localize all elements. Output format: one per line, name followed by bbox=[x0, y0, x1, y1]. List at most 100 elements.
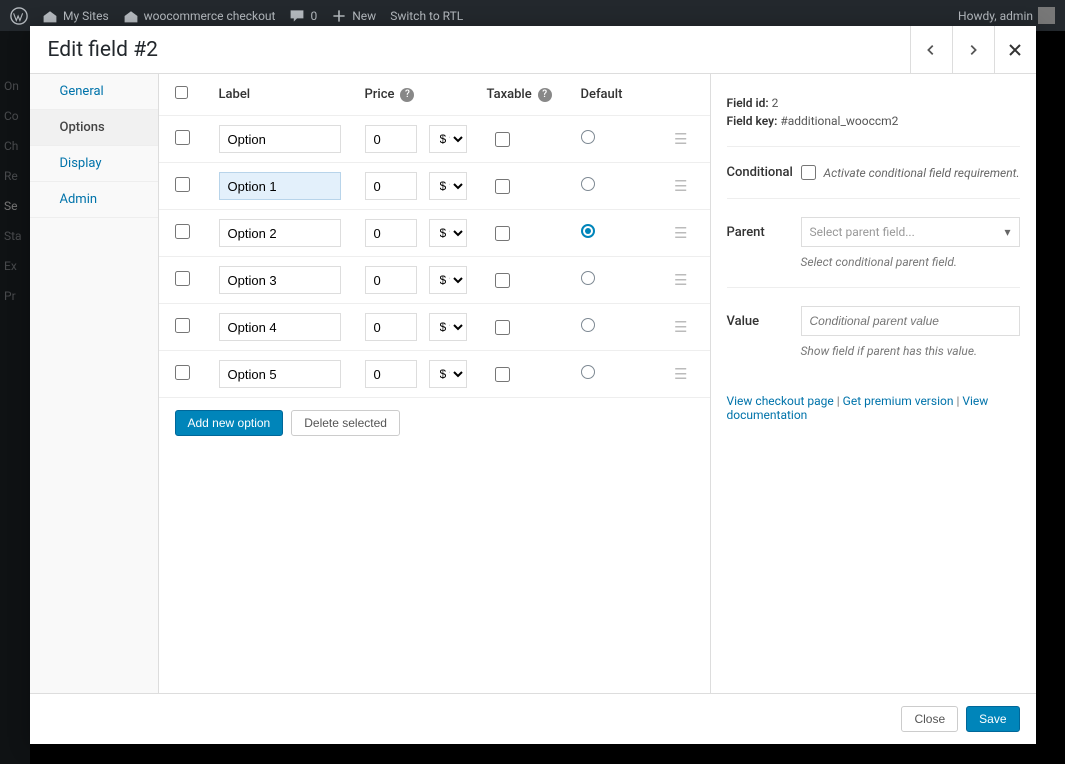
tab-options-label: Options bbox=[60, 120, 105, 135]
price-input[interactable] bbox=[365, 266, 417, 294]
tab-general[interactable]: General bbox=[30, 74, 158, 110]
view-checkout-link[interactable]: View checkout page bbox=[727, 394, 834, 408]
col-taxable: Taxable bbox=[487, 87, 532, 102]
avatar bbox=[1038, 7, 1055, 24]
default-radio[interactable] bbox=[581, 318, 595, 332]
modal-header: Edit field #2 bbox=[30, 26, 1036, 74]
taxable-checkbox[interactable] bbox=[495, 179, 510, 194]
currency-select[interactable]: $ ▾ bbox=[429, 172, 467, 200]
taxable-checkbox[interactable] bbox=[495, 132, 510, 147]
comments-count: 0 bbox=[310, 9, 317, 23]
taxable-checkbox[interactable] bbox=[495, 320, 510, 335]
my-sites-link[interactable]: My Sites bbox=[42, 8, 109, 24]
label-input[interactable] bbox=[219, 172, 341, 200]
field-id-label: Field id: bbox=[727, 96, 769, 110]
howdy-link[interactable]: Howdy, admin bbox=[958, 7, 1055, 24]
drag-handle-icon[interactable]: ☰ bbox=[674, 130, 687, 148]
price-input[interactable] bbox=[365, 360, 417, 388]
label-input[interactable] bbox=[219, 313, 341, 341]
comments-link[interactable]: 0 bbox=[289, 8, 317, 24]
close-footer-button[interactable]: Close bbox=[901, 706, 958, 732]
drag-handle-icon[interactable]: ☰ bbox=[674, 177, 687, 195]
price-input[interactable] bbox=[365, 172, 417, 200]
modal-footer: Close Save bbox=[30, 693, 1036, 744]
add-option-button[interactable]: Add new option bbox=[175, 410, 284, 436]
row-checkbox[interactable] bbox=[175, 318, 190, 333]
drag-handle-icon[interactable]: ☰ bbox=[674, 365, 687, 383]
option-row: $ ▾ ☰ bbox=[159, 210, 710, 257]
value-hint: Show field if parent has this value. bbox=[801, 344, 1020, 358]
site-link[interactable]: woocommerce checkout bbox=[123, 8, 276, 24]
modal-title: Edit field #2 bbox=[30, 27, 910, 73]
conditional-checkbox[interactable] bbox=[801, 165, 816, 180]
site-name-label: woocommerce checkout bbox=[144, 9, 276, 23]
meta-links: View checkout page | Get premium version… bbox=[727, 394, 1020, 422]
options-table-header: Label Price? Taxable? Default bbox=[159, 74, 710, 116]
drag-handle-icon[interactable]: ☰ bbox=[674, 271, 687, 289]
price-input[interactable] bbox=[365, 125, 417, 153]
save-button[interactable]: Save bbox=[966, 706, 1019, 732]
default-radio[interactable] bbox=[581, 271, 595, 285]
my-sites-label: My Sites bbox=[63, 9, 109, 23]
currency-select[interactable]: $ ▾ bbox=[429, 360, 467, 388]
option-row: $ ▾ ☰ bbox=[159, 257, 710, 304]
col-default: Default bbox=[581, 87, 653, 102]
row-checkbox[interactable] bbox=[175, 177, 190, 192]
option-row: $ ▾ ☰ bbox=[159, 116, 710, 163]
edit-field-modal: Edit field #2 General Options Display Ad… bbox=[30, 26, 1036, 744]
currency-select[interactable]: $ ▾ bbox=[429, 125, 467, 153]
parent-select[interactable]: Select parent field... ▾ bbox=[801, 217, 1020, 247]
tab-general-label: General bbox=[60, 84, 104, 99]
default-radio[interactable] bbox=[581, 130, 595, 144]
rtl-link[interactable]: Switch to RTL bbox=[390, 9, 463, 23]
tab-display[interactable]: Display bbox=[30, 146, 158, 182]
price-input[interactable] bbox=[365, 219, 417, 247]
taxable-checkbox[interactable] bbox=[495, 226, 510, 241]
parent-placeholder: Select parent field... bbox=[810, 225, 915, 239]
tab-options[interactable]: Options bbox=[30, 110, 158, 146]
row-checkbox[interactable] bbox=[175, 271, 190, 286]
currency-select[interactable]: $ ▾ bbox=[429, 266, 467, 294]
label-input[interactable] bbox=[219, 125, 341, 153]
select-all-checkbox[interactable] bbox=[175, 86, 188, 99]
default-radio[interactable] bbox=[581, 365, 595, 379]
drag-handle-icon[interactable]: ☰ bbox=[674, 318, 687, 336]
row-checkbox[interactable] bbox=[175, 224, 190, 239]
help-icon[interactable]: ? bbox=[538, 88, 552, 102]
default-radio[interactable] bbox=[581, 224, 595, 238]
tab-display-label: Display bbox=[60, 156, 102, 171]
get-premium-link[interactable]: Get premium version bbox=[843, 394, 954, 408]
field-id-value: 2 bbox=[772, 96, 779, 110]
drag-handle-icon[interactable]: ☰ bbox=[674, 224, 687, 242]
price-input[interactable] bbox=[365, 313, 417, 341]
close-button[interactable] bbox=[994, 26, 1036, 73]
taxable-checkbox[interactable] bbox=[495, 273, 510, 288]
conditional-text: Activate conditional field requirement. bbox=[824, 166, 1020, 180]
default-radio[interactable] bbox=[581, 177, 595, 191]
row-checkbox[interactable] bbox=[175, 365, 190, 380]
new-label: New bbox=[352, 9, 376, 23]
wordpress-icon[interactable] bbox=[10, 7, 28, 25]
value-input[interactable] bbox=[801, 306, 1020, 336]
value-label: Value bbox=[727, 314, 789, 329]
taxable-checkbox[interactable] bbox=[495, 367, 510, 382]
modal-overlay: Edit field #2 General Options Display Ad… bbox=[0, 31, 1065, 764]
tab-admin[interactable]: Admin bbox=[30, 182, 158, 218]
currency-select[interactable]: $ ▾ bbox=[429, 219, 467, 247]
label-input[interactable] bbox=[219, 266, 341, 294]
next-button[interactable] bbox=[952, 26, 994, 73]
currency-select[interactable]: $ ▾ bbox=[429, 313, 467, 341]
rtl-label: Switch to RTL bbox=[390, 9, 463, 23]
col-price: Price bbox=[365, 87, 395, 102]
option-row: $ ▾ ☰ bbox=[159, 351, 710, 398]
parent-hint: Select conditional parent field. bbox=[801, 255, 1020, 269]
help-icon[interactable]: ? bbox=[400, 88, 414, 102]
new-link[interactable]: New bbox=[331, 8, 376, 24]
label-input[interactable] bbox=[219, 360, 341, 388]
chevron-down-icon: ▾ bbox=[1004, 225, 1010, 239]
row-checkbox[interactable] bbox=[175, 130, 190, 145]
prev-button[interactable] bbox=[910, 26, 952, 73]
meta-panel: Field id: 2 Field key: #additional_woocc… bbox=[711, 74, 1036, 693]
label-input[interactable] bbox=[219, 219, 341, 247]
delete-selected-button[interactable]: Delete selected bbox=[291, 410, 400, 436]
